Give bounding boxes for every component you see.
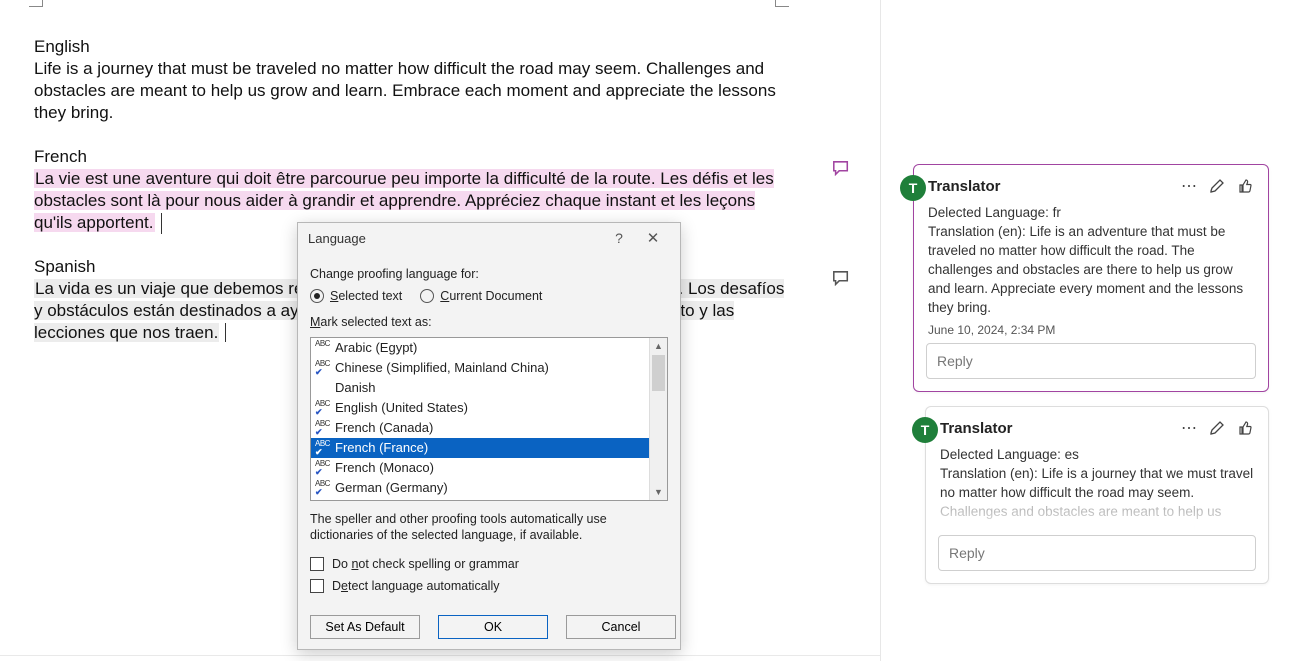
ok-button[interactable]: OK	[438, 615, 548, 639]
language-option[interactable]: ABC✔Chinese (Simplified, Mainland China)	[311, 358, 652, 378]
scroll-thumb[interactable]	[652, 355, 665, 391]
comment-body: Delected Language: fr Translation (en): …	[928, 203, 1254, 317]
language-name: French (Canada)	[335, 418, 433, 438]
scroll-up-icon[interactable]: ▲	[650, 338, 667, 354]
french-paragraph[interactable]: French La vie est une aventure qui doit …	[34, 146, 789, 234]
mark-label-rest: ark selected text as:	[320, 315, 431, 329]
language-option[interactable]: ABC✔Arabic (Egypt)	[311, 338, 652, 358]
spellcheck-abc-icon: ABC✔	[315, 340, 331, 356]
dialog-title: Language	[308, 231, 366, 246]
spellcheck-abc-check-icon: ABC✔	[315, 400, 331, 416]
language-name: German (Germany)	[335, 478, 448, 498]
language-name: English (United States)	[335, 398, 468, 418]
language-option[interactable]: ABC✔French (Monaco)	[311, 458, 652, 478]
comment-card[interactable]: T Translator ⋯ Delected Language: es Tra…	[925, 406, 1269, 584]
scroll-down-icon[interactable]: ▼	[650, 484, 667, 500]
comment-body: Delected Language: es Translation (en): …	[940, 445, 1254, 521]
more-icon[interactable]: ⋯	[1180, 419, 1198, 437]
thumbs-up-icon[interactable]	[1236, 419, 1254, 437]
spellcheck-abc-check-icon: ABC✔	[315, 460, 331, 476]
mark-label-accel: M	[310, 315, 320, 329]
checkbox-detect-language[interactable]: Detect language automatically	[310, 579, 668, 593]
set-as-default-button[interactable]: Set As Default	[310, 615, 420, 639]
radio-icon	[310, 289, 324, 303]
listbox-scrollbar[interactable]: ▲ ▼	[649, 338, 667, 500]
text-cursor	[225, 323, 231, 342]
language-option[interactable]: ABC✔French (France)	[311, 438, 652, 458]
language-option[interactable]: Danish	[311, 378, 652, 398]
reply-input[interactable]: Reply	[926, 343, 1256, 379]
page-margin-corner-right	[775, 0, 789, 7]
language-option[interactable]: ABC✔English (United States)	[311, 398, 652, 418]
spellcheck-abc-check-icon: ABC✔	[315, 480, 331, 496]
spellcheck-abc-check-icon: ABC✔	[315, 440, 331, 456]
language-name: Chinese (Simplified, Mainland China)	[335, 358, 549, 378]
language-listbox[interactable]: ABC✔Arabic (Egypt)ABC✔Chinese (Simplifie…	[310, 337, 668, 501]
comment-line: Delected Language: es	[940, 445, 1254, 464]
checkbox-icon	[310, 557, 324, 571]
spellcheck-abc-check-icon: ABC✔	[315, 420, 331, 436]
comment-line: Translation (en): Life is a journey that…	[940, 464, 1254, 502]
comment-date: June 10, 2024, 2:34 PM	[928, 323, 1254, 337]
dialog-titlebar[interactable]: Language ? ✕	[298, 223, 680, 253]
change-proofing-label: Change proofing language for:	[310, 267, 668, 281]
dialog-help-button[interactable]: ?	[602, 230, 636, 246]
language-dialog: Language ? ✕ Change proofing language fo…	[297, 222, 681, 650]
avatar: T	[900, 175, 926, 201]
language-name: Danish	[335, 378, 375, 398]
page-bottom-divider	[0, 655, 880, 656]
language-name: French (France)	[335, 438, 428, 458]
dialog-close-button[interactable]: ✕	[636, 229, 670, 247]
cancel-button[interactable]: Cancel	[566, 615, 676, 639]
radio-document-accel: C	[440, 289, 449, 303]
more-icon[interactable]: ⋯	[1180, 177, 1198, 195]
comment-author: Translator	[940, 420, 1180, 437]
language-name: Arabic (Egypt)	[335, 338, 417, 358]
comment-marker-icon[interactable]	[832, 160, 850, 176]
reply-input[interactable]: Reply	[938, 535, 1256, 571]
checkbox-icon	[310, 579, 324, 593]
comment-line: Translation (en): Life is an adventure t…	[928, 222, 1254, 317]
language-option[interactable]: ABC✔French (Canada)	[311, 418, 652, 438]
comment-card[interactable]: T Translator ⋯ Delected Language: fr Tra…	[913, 164, 1269, 392]
language-option[interactable]: ABC✔German (Germany)	[311, 478, 652, 498]
spellcheck-abc-check-icon: ABC✔	[315, 360, 331, 376]
edit-icon[interactable]	[1208, 419, 1226, 437]
text-cursor	[161, 213, 167, 234]
radio-selected-label: elected text	[338, 289, 402, 303]
radio-selected-text[interactable]: Selected text	[310, 289, 402, 303]
comments-panel: T Translator ⋯ Delected Language: fr Tra…	[880, 0, 1298, 661]
mark-selected-label: Mark selected text as:	[310, 315, 668, 329]
radio-current-document[interactable]: Current Document	[420, 289, 542, 303]
radio-icon	[420, 289, 434, 303]
thumbs-up-icon[interactable]	[1236, 177, 1254, 195]
comment-line: Delected Language: fr	[928, 203, 1254, 222]
checkbox-do-not-check[interactable]: Do not check spelling or grammar	[310, 557, 668, 571]
english-paragraph: English Life is a journey that must be t…	[34, 36, 789, 124]
french-heading: French	[34, 146, 789, 168]
comment-marker-icon[interactable]	[832, 270, 850, 286]
page-margin-corner-left	[29, 0, 43, 7]
language-name: French (Monaco)	[335, 458, 434, 478]
radio-document-label: urrent Document	[449, 289, 542, 303]
english-body-text: Life is a journey that must be traveled …	[34, 59, 776, 122]
dialog-note: The speller and other proofing tools aut…	[310, 511, 640, 543]
dialog-content: Change proofing language for: Selected t…	[298, 253, 680, 593]
comment-author: Translator	[928, 178, 1180, 195]
english-heading: English	[34, 36, 789, 58]
edit-icon[interactable]	[1208, 177, 1226, 195]
comment-line-faded: Challenges and obstacles are meant to he…	[940, 502, 1254, 521]
avatar: T	[912, 417, 938, 443]
